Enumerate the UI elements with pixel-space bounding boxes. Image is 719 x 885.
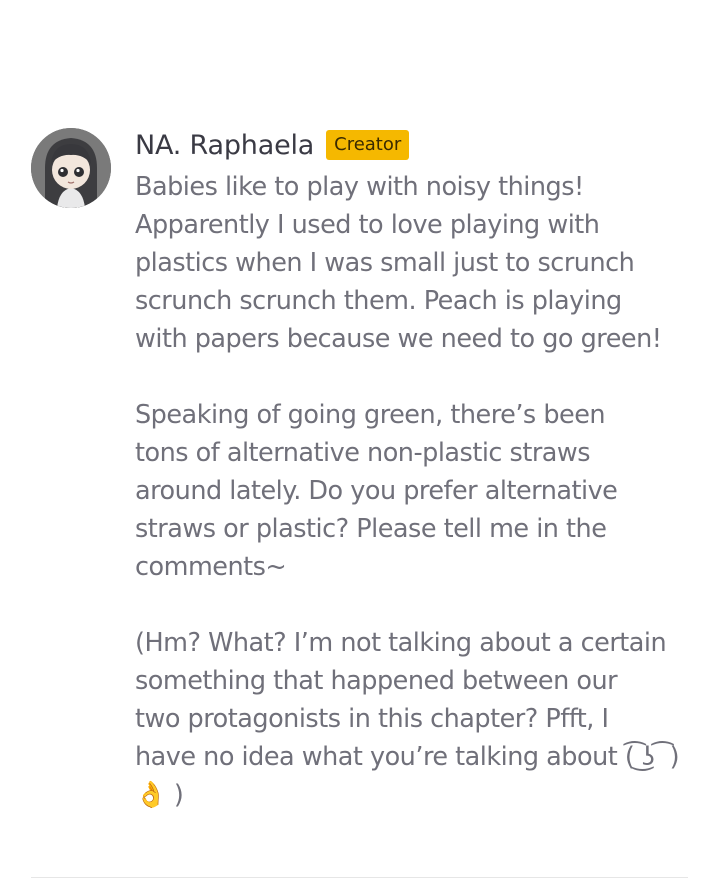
text-line: Babies like to play with noisy things!: [135, 172, 584, 202]
comment-body: Babies like to play with noisy things! A…: [135, 168, 695, 814]
comment-paragraph: Speaking of going green, there’s been to…: [135, 396, 695, 586]
text-line: scrunch scrunch them. Peach is playing: [135, 286, 622, 316]
chibi-character-avatar-icon: [31, 128, 111, 208]
comment-header: NA. Raphaela Creator: [135, 128, 695, 162]
text-line: 👌 ): [135, 780, 184, 810]
comment-content: NA. Raphaela Creator Babies like to play…: [135, 128, 695, 814]
author-name[interactable]: NA. Raphaela: [135, 130, 314, 161]
text-line: Speaking of going green, there’s been: [135, 400, 606, 430]
text-line: have no idea what you’re talking about (…: [135, 742, 680, 772]
text-line: straws or plastic? Please tell me in the: [135, 514, 607, 544]
text-line: plastics when I was small just to scrunc…: [135, 248, 635, 278]
text-line: comments~: [135, 552, 287, 582]
divider: [31, 877, 688, 878]
text-line: something that happened between our: [135, 666, 618, 696]
text-line: Apparently I used to love playing with: [135, 210, 600, 240]
comment-paragraph: Babies like to play with noisy things! A…: [135, 168, 695, 358]
creator-badge: Creator: [326, 130, 410, 160]
comment-paragraph: (Hm? What? I’m not talking about a certa…: [135, 624, 695, 814]
text-line: with papers because we need to go green!: [135, 324, 662, 354]
text-line: (Hm? What? I’m not talking about a certa…: [135, 628, 667, 658]
text-line: around lately. Do you prefer alternative: [135, 476, 618, 506]
avatar[interactable]: [31, 128, 111, 208]
text-line: two protagonists in this chapter? Pfft, …: [135, 704, 609, 734]
text-line: tons of alternative non-plastic straws: [135, 438, 591, 468]
